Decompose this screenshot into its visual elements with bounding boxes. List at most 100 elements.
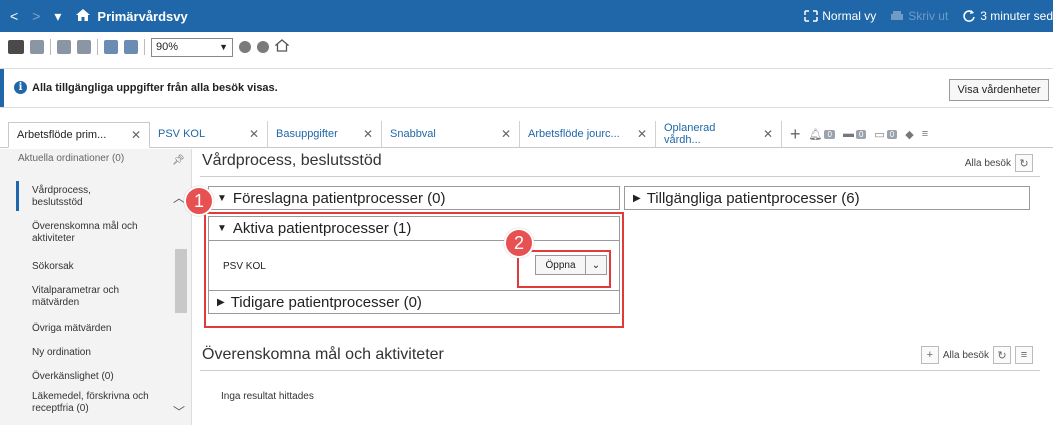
highlight-box-open-button: [517, 250, 611, 288]
page-title: Primärvårdsvy: [97, 8, 188, 24]
panel-tillgangliga-title: Tillgängliga patientprocesser (6): [646, 189, 860, 207]
panel-foreslagna-header[interactable]: ▼ Föreslagna patientprocesser (0): [209, 187, 619, 209]
next-page-icon[interactable]: [77, 40, 91, 54]
refresh-icon: [963, 10, 976, 22]
sidebar-item-aktuella-ordinationer[interactable]: Aktuella ordinationer (0): [18, 153, 168, 165]
panel-foreslagna-title: Föreslagna patientprocesser (0): [232, 189, 446, 207]
zoom-value: 90%: [156, 41, 179, 53]
message-icon: ▬: [842, 128, 854, 140]
previous-page-icon[interactable]: [57, 40, 71, 54]
history-dropdown-button[interactable]: ▾: [54, 8, 61, 25]
home-outline-icon[interactable]: [274, 38, 290, 56]
scroll-down-icon[interactable]: ﹀: [173, 403, 185, 420]
view-mode-label: Normal vy: [822, 9, 877, 23]
toolbar-separator: [144, 39, 145, 55]
close-icon[interactable]: ✕: [637, 127, 647, 141]
toolbar-separator: [97, 39, 98, 55]
sidebar-scrollbar-thumb[interactable]: [175, 249, 187, 313]
section-title-overenskomna-mal: Överenskomna mål och aktiviteter: [202, 346, 444, 363]
tab-label: Arbetsflöde jourc...: [528, 128, 620, 140]
view-mode-button[interactable]: Normal vy: [804, 9, 876, 23]
document-icon[interactable]: [30, 40, 44, 54]
toolbar-separator: [50, 39, 51, 55]
alla-besok-filter-2[interactable]: + Alla besök ↻ ≡: [920, 346, 1033, 364]
refresh-icon[interactable]: ↻: [1015, 154, 1033, 172]
info-bar: i Alla tillgängliga uppgifter från alla …: [0, 68, 1053, 108]
section-title-vardprocess: Vårdprocess, beslutsstöd: [202, 152, 382, 169]
tab-basuppgifter[interactable]: Basuppgifter ✕: [268, 121, 382, 147]
zoom-in-icon[interactable]: [124, 40, 138, 54]
binoculars-icon[interactable]: [8, 40, 24, 54]
sidebar-item-ny-ordination[interactable]: Ny ordination: [32, 347, 182, 359]
show-units-button[interactable]: Visa vårdenheter: [949, 79, 1049, 101]
caret-down-icon: ▼: [217, 192, 227, 204]
print-label: Skriv ut: [908, 9, 949, 23]
forward-button[interactable]: >: [32, 8, 40, 24]
alla-besok-filter[interactable]: Alla besök ↻: [965, 154, 1033, 172]
tab-label: Basuppgifter: [276, 128, 338, 140]
close-icon[interactable]: ✕: [249, 127, 259, 141]
pin-icon[interactable]: 📌︎: [172, 155, 185, 166]
section-divider: [200, 176, 1040, 177]
sidebar-item-vitalparametrar[interactable]: Vitalparametrar och mätvärden: [32, 285, 162, 309]
message-badge[interactable]: ▬ 0: [842, 128, 867, 140]
chevron-down-icon: ▼: [219, 42, 228, 52]
sidebar-item-overkanslighet[interactable]: Överkänslighet (0): [32, 371, 182, 383]
title-bar: < > ▾ Primärvårdsvy Normal vy Skriv ut 3…: [0, 0, 1053, 32]
record-icon[interactable]: [239, 41, 251, 53]
tab-label: PSV KOL: [158, 128, 206, 140]
toolbar: 90% ▼: [0, 33, 1053, 61]
panel-tillgangliga: ▶ Tillgängliga patientprocesser (6): [624, 186, 1030, 210]
tab-arbetsflode-jourc[interactable]: Arbetsflöde jourc... ✕: [520, 121, 656, 147]
tab-snabbval[interactable]: Snabbval ✕: [382, 121, 520, 147]
refresh-button[interactable]: 3 minuter sed: [962, 9, 1053, 23]
home-icon[interactable]: [75, 8, 91, 25]
info-text: Alla tillgängliga uppgifter från alla be…: [32, 81, 278, 94]
add-tab-button[interactable]: +: [790, 124, 801, 145]
sidebar-item-vardprocess[interactable]: Vårdprocess, beslutsstöd: [32, 185, 142, 209]
panel-tillgangliga-header[interactable]: ▶ Tillgängliga patientprocesser (6): [625, 187, 1029, 209]
info-accent: [0, 69, 4, 107]
caret-right-icon: ▶: [633, 192, 641, 204]
info-icon: i: [14, 81, 27, 94]
close-icon[interactable]: ✕: [501, 127, 511, 141]
badge-count: 0: [855, 129, 867, 139]
tab-bar: Arbetsflöde prim... ✕ PSV KOL ✕ Basuppgi…: [0, 118, 1053, 148]
tab-psv-kol[interactable]: PSV KOL ✕: [150, 121, 268, 147]
close-icon[interactable]: ✕: [363, 127, 373, 141]
alla-besok-label: Alla besök: [942, 349, 989, 361]
close-icon[interactable]: ✕: [763, 127, 773, 141]
zoom-select[interactable]: 90% ▼: [151, 37, 233, 57]
menu-icon[interactable]: ≡: [922, 128, 928, 140]
titlebar-actions: Normal vy Skriv ut 3 minuter sed: [804, 0, 1053, 32]
nav-group: < > ▾: [0, 8, 91, 25]
section-divider: [200, 370, 1040, 371]
bell-icon: 🔔︎: [808, 128, 823, 141]
zoom-out-icon[interactable]: [104, 40, 118, 54]
inbox-icon: ▭: [874, 128, 885, 141]
sidebar-item-sokorsak[interactable]: Sökorsak: [32, 261, 182, 273]
inbox-badge[interactable]: ▭ 0: [874, 128, 898, 141]
sidebar-item-ovriga-matvarden[interactable]: Övriga mätvärden: [32, 323, 182, 335]
stop-icon[interactable]: [257, 41, 269, 53]
back-button[interactable]: <: [10, 8, 18, 24]
badge-count: 0: [886, 129, 898, 139]
sidebar-item-lakemedel[interactable]: Läkemedel, förskrivna och receptfria (0): [32, 391, 162, 415]
print-button[interactable]: Skriv ut: [890, 9, 948, 23]
add-icon[interactable]: +: [920, 346, 939, 364]
no-results-text: Inga resultat hittades: [221, 391, 314, 402]
tab-oplanerad-vardh[interactable]: Oplanerad vårdh... ✕: [656, 121, 782, 147]
tab-tools: + 🔔︎ 0 ▬ 0 ▭ 0 ◆ ≡: [782, 121, 928, 147]
sidebar: 📌︎ Aktuella ordinationer (0) Vårdprocess…: [0, 149, 192, 425]
step-marker-1: 1: [184, 186, 214, 216]
menu-icon[interactable]: ≡: [1015, 346, 1033, 364]
close-icon[interactable]: ✕: [131, 128, 141, 142]
step-marker-2: 2: [504, 228, 534, 258]
refresh-label: 3 minuter sed: [980, 9, 1053, 23]
sidebar-item-overenskomna-mal[interactable]: Överenskomna mål och aktiviteter: [32, 221, 162, 245]
tab-arbetsflode-prim[interactable]: Arbetsflöde prim... ✕: [8, 122, 150, 148]
tab-label: Arbetsflöde prim...: [17, 129, 107, 141]
notification-badge[interactable]: 🔔︎ 0: [809, 128, 835, 141]
tag-icon[interactable]: ◆: [905, 128, 913, 141]
refresh-icon[interactable]: ↻: [993, 346, 1011, 364]
